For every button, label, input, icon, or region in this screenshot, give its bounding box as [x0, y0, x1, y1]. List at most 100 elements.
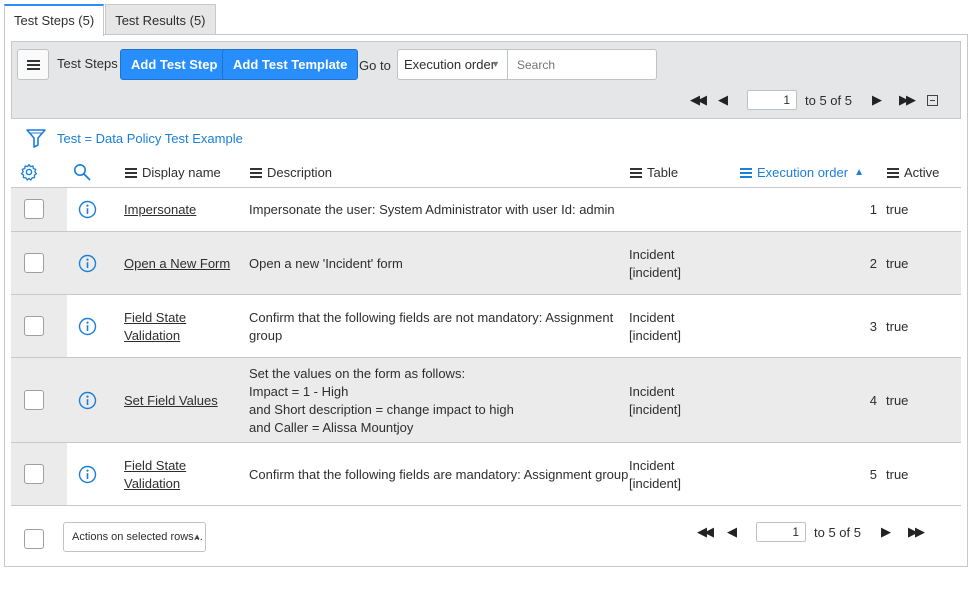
active-cell: true	[886, 202, 909, 217]
column-header-execution-order[interactable]: Execution order ▲	[740, 165, 864, 180]
description-cell-line: Impersonate the user: System Administrat…	[249, 202, 615, 217]
column-label: Execution order	[757, 165, 849, 180]
table-cell: Incident [incident]	[629, 246, 681, 282]
table-header: Display name Description Table Execution…	[11, 155, 961, 188]
table-cell-line: Incident	[629, 457, 675, 473]
row-checkbox[interactable]	[24, 252, 44, 273]
description-cell: Set the values on the form as follows: Im…	[249, 365, 514, 437]
description-cell: Confirm that the following fields are no…	[249, 309, 613, 345]
table-cell: Incident [incident]	[629, 383, 681, 419]
row-checkbox[interactable]	[24, 315, 44, 336]
filter-funnel-icon[interactable]	[25, 127, 47, 149]
column-label: Description	[267, 165, 333, 180]
bottom-pagination: ◀◀ ◀ to 5 of 5 ▶ ▶▶	[697, 522, 925, 542]
tab-test-results[interactable]: Test Results (5)	[105, 4, 216, 35]
table-row: Impersonate Impersonate the user: System …	[11, 188, 961, 232]
info-circle-icon[interactable]	[78, 465, 97, 484]
active-cell: true	[886, 466, 909, 482]
list-toolbar: Test Steps Add Test Step Add Test Templa…	[11, 41, 961, 119]
tab-test-steps[interactable]: Test Steps (5)	[4, 4, 105, 36]
page-number-input[interactable]	[756, 522, 806, 542]
add-test-step-button[interactable]: Add Test Step	[120, 49, 229, 80]
display-name-link-line[interactable]: Validation	[124, 327, 186, 345]
display-name-link-line[interactable]: Impersonate	[124, 201, 196, 219]
display-name-link[interactable]: Open a New Form	[124, 255, 230, 273]
description-cell-line: Confirm that the following fields are ma…	[249, 466, 629, 482]
display-name-link-line[interactable]: Field State	[124, 309, 186, 327]
table-cell-line: [incident]	[629, 264, 682, 280]
display-name-link-line[interactable]: Validation	[124, 475, 186, 493]
active-cell: true	[886, 318, 909, 334]
info-circle-icon[interactable]	[78, 317, 97, 336]
row-checkbox[interactable]	[24, 199, 44, 219]
info-circle-icon[interactable]	[78, 200, 97, 219]
description-cell-line: group	[249, 327, 283, 343]
display-name-link[interactable]: Field State Validation	[124, 457, 186, 493]
column-header-table[interactable]: Table	[630, 165, 678, 180]
collapse-icon[interactable]	[926, 94, 938, 106]
description-cell-line: Confirm that the following fields are no…	[249, 309, 614, 325]
list-panel: Test Steps Add Test Step Add Test Templa…	[4, 34, 968, 567]
table-cell-line: Incident	[629, 246, 675, 262]
next-page-icon[interactable]: ▶	[881, 524, 891, 540]
column-menu-icon[interactable]	[630, 171, 642, 174]
goto-field-select[interactable]: Execution order ▼	[397, 49, 508, 80]
chevron-down-icon: ▼	[491, 59, 500, 69]
table-cell-line: Incident	[629, 383, 675, 399]
add-test-template-button[interactable]: Add Test Template	[222, 49, 359, 80]
active-cell: true	[886, 392, 909, 408]
display-name-link-line[interactable]: Open a New Form	[124, 255, 230, 273]
execution-order-cell: 2	[869, 255, 877, 271]
table-row: Set Field Values Set the values on the fo…	[11, 358, 961, 443]
table-cell-line: [incident]	[629, 401, 682, 417]
description-cell: Confirm that the following fields are ma…	[249, 466, 628, 484]
search-input[interactable]	[507, 49, 657, 80]
page-number-input[interactable]	[747, 90, 797, 110]
display-name-link[interactable]: Set Field Values	[124, 392, 218, 410]
column-header-display-name[interactable]: Display name	[125, 165, 221, 180]
table-cell: Incident [incident]	[629, 309, 681, 345]
column-menu-icon[interactable]	[740, 171, 752, 174]
display-name-link[interactable]: Field State Validation	[124, 309, 186, 345]
first-page-icon[interactable]: ◀◀	[690, 92, 707, 108]
info-circle-icon[interactable]	[78, 391, 97, 410]
page-range-text: to 5 of 5	[805, 92, 852, 108]
prev-page-icon[interactable]: ◀	[727, 524, 737, 540]
info-circle-icon[interactable]	[78, 254, 97, 273]
actions-select[interactable]: Actions on selected rows... ▲	[63, 522, 206, 552]
goto-label: Go to	[359, 58, 391, 73]
gear-icon[interactable]	[20, 163, 38, 181]
filter-breadcrumb: Test = Data Policy Test Example	[25, 125, 243, 151]
search-icon[interactable]	[73, 163, 91, 181]
display-name-link-line[interactable]: Set Field Values	[124, 392, 218, 410]
first-page-icon[interactable]: ◀◀	[697, 524, 714, 540]
list-footer: Actions on selected rows... ▲ ◀◀ ◀ to 5 …	[11, 520, 961, 560]
display-name-link-line[interactable]: Field State	[124, 457, 186, 475]
active-cell: true	[886, 255, 909, 271]
execution-order-cell: 1	[869, 202, 877, 217]
column-header-description[interactable]: Description	[250, 165, 332, 180]
table-body: Impersonate Impersonate the user: System …	[11, 188, 961, 506]
row-checkbox[interactable]	[24, 463, 44, 484]
prev-page-icon[interactable]: ◀	[718, 92, 728, 108]
select-all-checkbox[interactable]	[24, 529, 44, 549]
row-checkbox[interactable]	[24, 389, 44, 410]
top-pagination: ◀◀ ◀ to 5 of 5 ▶ ▶▶	[690, 90, 938, 110]
column-menu-icon[interactable]	[125, 171, 137, 174]
column-header-active[interactable]: Active	[887, 165, 939, 180]
column-menu-icon[interactable]	[887, 171, 899, 174]
column-menu-icon[interactable]	[250, 171, 262, 174]
list-context-menu-button[interactable]	[17, 49, 49, 80]
table-row: Open a New Form Open a new 'Incident' for…	[11, 232, 961, 295]
description-cell-line: and Short description = change impact to…	[249, 401, 514, 417]
filter-condition-link[interactable]: Test = Data Policy Test Example	[57, 131, 243, 146]
display-name-link[interactable]: Impersonate	[124, 201, 196, 219]
description-cell: Open a new 'Incident' form	[249, 255, 403, 273]
test-steps-table: Display name Description Table Execution…	[11, 155, 961, 506]
description-cell-line: Impact = 1 - High	[249, 383, 349, 399]
next-page-icon[interactable]: ▶	[872, 92, 882, 108]
sort-ascending-icon: ▲	[854, 167, 864, 178]
last-page-icon[interactable]: ▶▶	[899, 92, 916, 108]
last-page-icon[interactable]: ▶▶	[908, 524, 925, 540]
table-row: Field State Validation Confirm that the fo…	[11, 295, 961, 358]
